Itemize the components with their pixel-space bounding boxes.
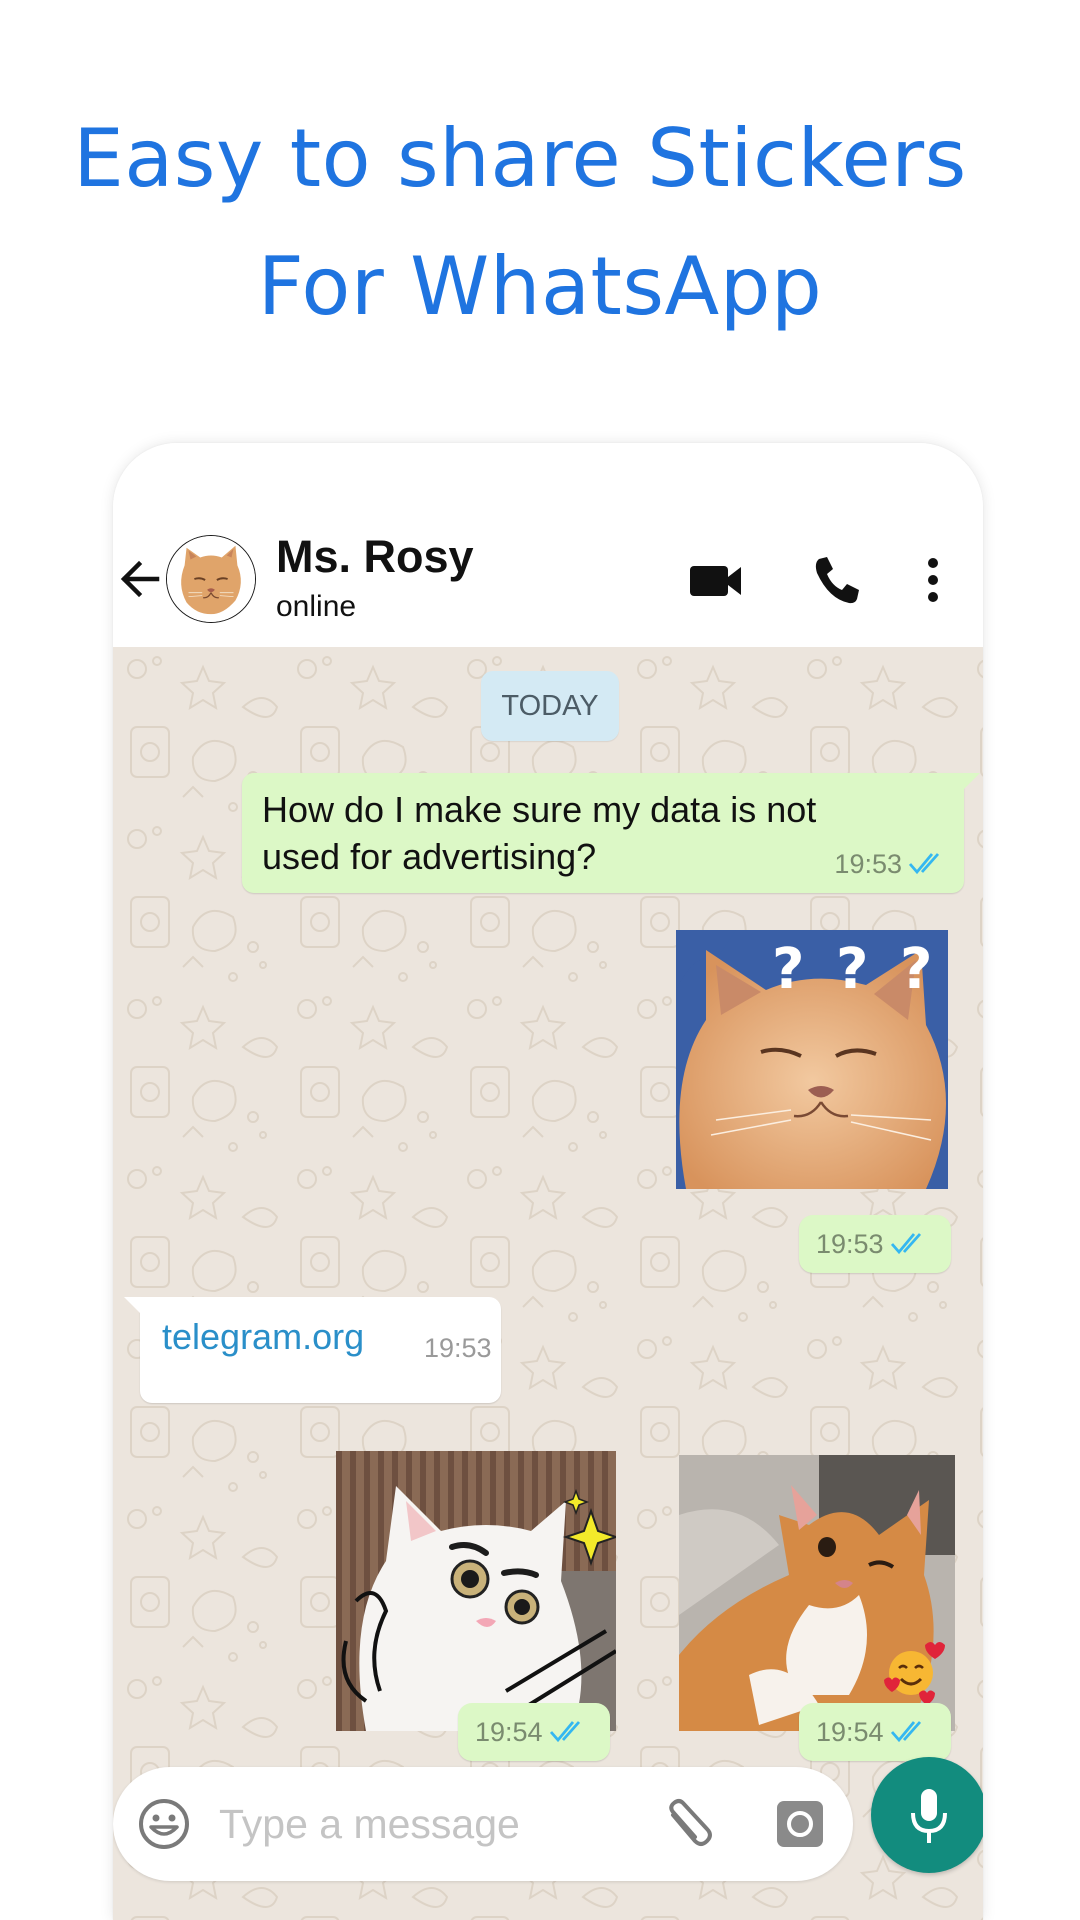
message-bubble-incoming[interactable]: telegram.org 19:53 [124, 1297, 501, 1403]
message-meta: 19:54 [816, 1717, 928, 1748]
sticker-image[interactable] [679, 1455, 955, 1731]
message-link[interactable]: telegram.org [162, 1316, 364, 1358]
message-meta: 19:53 [816, 1229, 928, 1260]
headline-line-1: Easy to share Stickers [73, 112, 967, 205]
camera-icon[interactable] [775, 1799, 825, 1849]
confused-cat-sticker: ? ? ? [676, 930, 948, 1189]
sticker-time-badge: 19:54 [458, 1703, 610, 1761]
message-input[interactable] [219, 1792, 639, 1856]
svg-text:?: ? [900, 937, 932, 1002]
phone-icon[interactable] [809, 553, 863, 607]
double-check-icon [549, 1721, 580, 1743]
paperclip-icon[interactable] [661, 1797, 717, 1853]
sticker-time-badge: 19:53 [799, 1215, 951, 1273]
headline-line-2: For WhatsApp [257, 240, 823, 333]
chat-area[interactable]: TODAY How do I make sure my data is not … [113, 647, 983, 1920]
message-time: 19:53 [816, 1229, 884, 1259]
smiley-icon[interactable] [137, 1797, 191, 1851]
bubble-tail [962, 773, 980, 791]
message-text: How do I make sure my data is not used f… [262, 789, 817, 877]
message-meta: 19:54 [475, 1717, 587, 1748]
contact-status: online [276, 590, 357, 623]
message-time: 19:54 [475, 1717, 543, 1747]
arrow-left-icon[interactable] [117, 556, 163, 602]
sticker-time-badge: 19:54 [799, 1703, 951, 1761]
message-composer [113, 1767, 853, 1881]
phone-mockup: Ms. Rosy online TODAY How do I make sure… [113, 443, 983, 1920]
sticker-image[interactable] [336, 1451, 616, 1731]
mic-button[interactable] [871, 1757, 983, 1873]
double-check-icon [890, 1233, 921, 1255]
svg-text:?: ? [836, 937, 868, 1002]
double-check-icon [890, 1721, 921, 1743]
svg-text:?: ? [772, 937, 804, 1002]
bubble-tail [124, 1297, 142, 1315]
double-check-icon [908, 853, 940, 875]
video-camera-icon[interactable] [688, 553, 744, 607]
sticker-image[interactable]: ? ? ? [676, 930, 948, 1189]
message-time: 19:53 [424, 1333, 492, 1363]
message-bubble-outgoing[interactable]: How do I make sure my data is not used f… [242, 773, 980, 893]
message-meta: 19:53 [834, 849, 946, 880]
microphone-icon [911, 1789, 947, 1843]
winking-cat-sticker [679, 1455, 955, 1731]
white-cat-sticker [336, 1451, 616, 1731]
contact-avatar[interactable] [166, 535, 256, 623]
contact-name[interactable]: Ms. Rosy [276, 531, 474, 583]
chat-app-bar: Ms. Rosy online [113, 443, 983, 647]
more-vertical-icon[interactable] [923, 553, 943, 607]
message-time: 19:53 [834, 849, 902, 879]
message-time: 19:54 [816, 1717, 884, 1747]
cat-avatar-image [167, 536, 255, 622]
date-separator: TODAY [481, 671, 619, 741]
